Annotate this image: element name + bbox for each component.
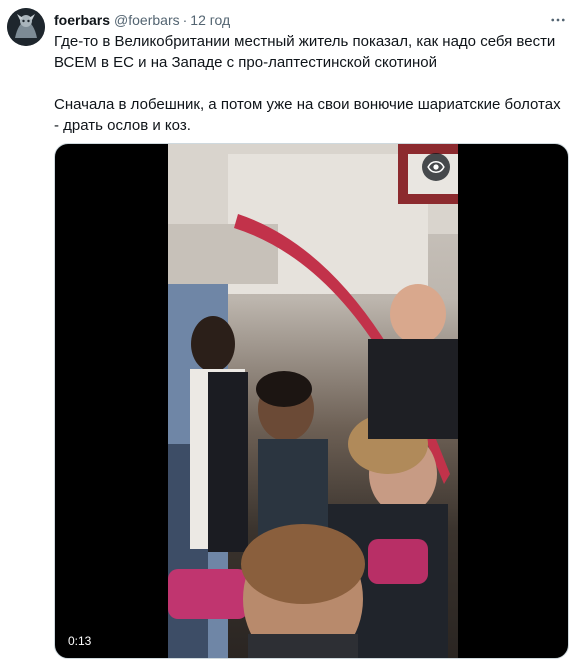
separator: · — [182, 12, 188, 28]
tweet[interactable]: foerbars @foerbars · 12 год Где-то в Велико… — [0, 0, 580, 667]
eye-icon — [427, 160, 445, 174]
video-still-image — [168, 144, 458, 658]
author-name[interactable]: foerbars — [54, 12, 110, 28]
avatar[interactable] — [7, 8, 45, 46]
video-player[interactable]: 0:13 — [54, 143, 569, 659]
more-horizontal-icon — [551, 18, 565, 22]
tweet-paragraph-1: Где-то в Великобритании местный житель п… — [54, 33, 556, 71]
author-handle[interactable]: @foerbars — [114, 12, 180, 28]
video-duration: 0:13 — [63, 631, 97, 651]
eye-icon-button[interactable] — [422, 153, 450, 181]
video-frame[interactable] — [168, 144, 458, 658]
tweet-time[interactable]: 12 год — [190, 12, 230, 28]
tweet-paragraph-2: Сначала в лобешник, а потом уже на свои … — [54, 96, 561, 134]
tweet-text: Где-то в Великобритании местный житель п… — [54, 31, 569, 136]
more-button[interactable] — [548, 10, 568, 30]
tweet-header: foerbars @foerbars · 12 год — [54, 11, 230, 29]
avatar-image-icon — [7, 8, 45, 46]
